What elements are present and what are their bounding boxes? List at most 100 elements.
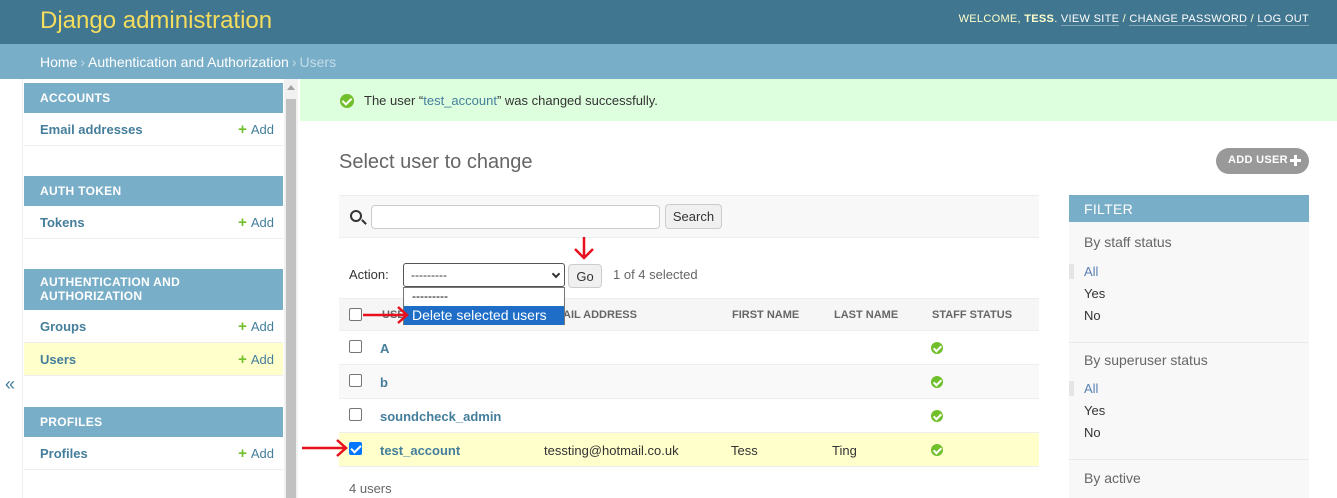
username-link[interactable]: soundcheck_admin xyxy=(380,409,501,424)
row-checkbox[interactable] xyxy=(349,408,362,421)
add-icon: + xyxy=(238,445,247,462)
username: Tess xyxy=(1024,13,1055,25)
arrow-right-icon xyxy=(363,306,409,324)
column-email[interactable]: AIL ADDRESS xyxy=(563,309,637,321)
sidebar-link-profiles[interactable]: Profiles xyxy=(40,446,88,461)
breadcrumb-home[interactable]: Home xyxy=(40,54,77,70)
module-caption-auth[interactable]: Authentication and Authorization xyxy=(24,269,283,310)
add-email-address-link[interactable]: + Add xyxy=(238,122,274,137)
log-out-link[interactable]: Log out xyxy=(1257,13,1309,26)
column-last-name[interactable]: Last name xyxy=(834,309,898,321)
success-icon xyxy=(340,94,354,108)
sidebar-item-groups: Groups + Add xyxy=(24,310,283,343)
module-authentication-and-authorization: Authentication and Authorization Groups … xyxy=(24,269,283,376)
row-checkbox[interactable] xyxy=(349,374,362,387)
column-staff-status[interactable]: Staff status xyxy=(932,309,1012,321)
search-input[interactable] xyxy=(371,205,660,229)
table-row: A xyxy=(339,331,1039,365)
action-select[interactable]: --------- xyxy=(403,263,565,287)
sidebar-item-email-addresses: Email addresses + Add xyxy=(24,113,283,146)
chevron-down-icon xyxy=(551,269,561,279)
nav-sidebar: Accounts Email addresses + Add Auth Token… xyxy=(24,79,283,498)
table-row: test_account tessting@hotmail.co.uk Tess… xyxy=(339,433,1039,467)
page-title: Select user to change xyxy=(339,151,533,173)
filter-option-yes[interactable]: Yes xyxy=(1084,403,1105,418)
filter-group-title: By superuser status xyxy=(1084,352,1208,368)
breadcrumb-current: Users xyxy=(299,54,337,70)
table-row: b xyxy=(339,365,1039,399)
arrow-down-icon xyxy=(574,237,594,260)
module-caption-accounts[interactable]: Accounts xyxy=(24,83,283,113)
filter-option-yes[interactable]: Yes xyxy=(1084,286,1105,301)
action-selected-value: --------- xyxy=(411,268,447,282)
filter-option-no[interactable]: No xyxy=(1084,425,1101,440)
add-icon: + xyxy=(238,121,247,138)
sidebar-item-tokens: Tokens + Add xyxy=(24,206,283,239)
filter-option-no[interactable]: No xyxy=(1084,308,1101,323)
site-branding[interactable]: Django administration xyxy=(40,7,272,35)
sidebar-link-groups[interactable]: Groups xyxy=(40,319,86,334)
module-caption-auth-token[interactable]: Auth Token xyxy=(24,176,283,206)
sidebar-link-email-addresses[interactable]: Email addresses xyxy=(40,122,143,137)
action-option-delete[interactable]: Delete selected users xyxy=(404,306,564,325)
email-cell: tessting@hotmail.co.uk xyxy=(544,443,679,458)
filter-group-active: By active xyxy=(1069,460,1309,498)
sidebar-scrollbar[interactable] xyxy=(284,79,298,498)
add-user-link[interactable]: + Add xyxy=(238,352,274,367)
username-link[interactable]: b xyxy=(380,375,388,390)
message-user-link[interactable]: test_account xyxy=(423,93,497,108)
add-token-link[interactable]: + Add xyxy=(238,215,274,230)
username-link[interactable]: A xyxy=(380,341,389,356)
view-site-link[interactable]: View site xyxy=(1060,13,1120,26)
staff-yes-icon xyxy=(931,342,943,354)
go-button[interactable]: Go xyxy=(568,264,602,288)
row-checkbox[interactable] xyxy=(349,340,362,353)
change-password-link[interactable]: Change password xyxy=(1129,13,1248,26)
add-user-label: Add user xyxy=(1228,154,1288,166)
staff-yes-icon xyxy=(931,376,943,388)
scroll-up-icon[interactable] xyxy=(287,85,295,90)
breadcrumb: Home › Authentication and Authorization › Us… xyxy=(0,44,1337,79)
filter-group-superuser-status: By superuser status All Yes No xyxy=(1069,343,1309,460)
plus-icon xyxy=(1290,155,1301,166)
add-icon: + xyxy=(238,351,247,368)
add-label: Add xyxy=(250,352,274,367)
module-caption-profiles[interactable]: Profiles xyxy=(24,407,283,437)
breadcrumb-separator: › xyxy=(291,54,297,70)
action-option-blank[interactable]: --------- xyxy=(404,288,564,306)
add-icon: + xyxy=(238,318,247,335)
table-row: soundcheck_admin xyxy=(339,399,1039,433)
column-first-name[interactable]: First name xyxy=(732,309,799,321)
toggle-nav-sidebar[interactable]: « xyxy=(0,79,23,498)
filter-panel: Filter By staff status All Yes No By sup… xyxy=(1069,195,1309,498)
username-link[interactable]: test_account xyxy=(380,443,460,458)
filter-group-title: By active xyxy=(1084,470,1141,486)
module-profiles: Profiles Profiles + Add xyxy=(24,407,283,470)
action-dropdown-list: --------- Delete selected users xyxy=(403,287,565,325)
arrow-right-icon xyxy=(302,439,348,457)
scrollbar-thumb[interactable] xyxy=(286,99,296,498)
last-name-cell: Ting xyxy=(832,443,857,458)
add-group-link[interactable]: + Add xyxy=(238,319,274,334)
add-user-button[interactable]: Add user xyxy=(1216,148,1309,174)
action-label: Action: xyxy=(349,267,389,282)
filter-group-title: By staff status xyxy=(1084,234,1172,250)
breadcrumb-app[interactable]: Authentication and Authorization xyxy=(88,54,289,70)
module-auth-token: Auth Token Tokens + Add xyxy=(24,176,283,239)
filter-option-all[interactable]: All xyxy=(1069,381,1098,396)
sidebar-item-profiles: Profiles + Add xyxy=(24,437,283,470)
add-label: Add xyxy=(250,122,274,137)
staff-yes-icon xyxy=(931,410,943,422)
first-name-cell: Tess xyxy=(731,443,758,458)
search-toolbar: Search xyxy=(339,195,1039,238)
collapse-icon: « xyxy=(5,374,16,394)
add-profile-link[interactable]: + Add xyxy=(238,446,274,461)
add-icon: + xyxy=(238,214,247,231)
filter-option-all[interactable]: All xyxy=(1069,264,1098,279)
breadcrumb-separator: › xyxy=(80,54,86,70)
sidebar-link-users[interactable]: Users xyxy=(40,352,76,367)
header: Django administration Welcome, Tess. Vie… xyxy=(0,0,1337,44)
sidebar-link-tokens[interactable]: Tokens xyxy=(40,215,85,230)
row-checkbox[interactable] xyxy=(349,442,362,455)
search-button[interactable]: Search xyxy=(665,204,722,229)
